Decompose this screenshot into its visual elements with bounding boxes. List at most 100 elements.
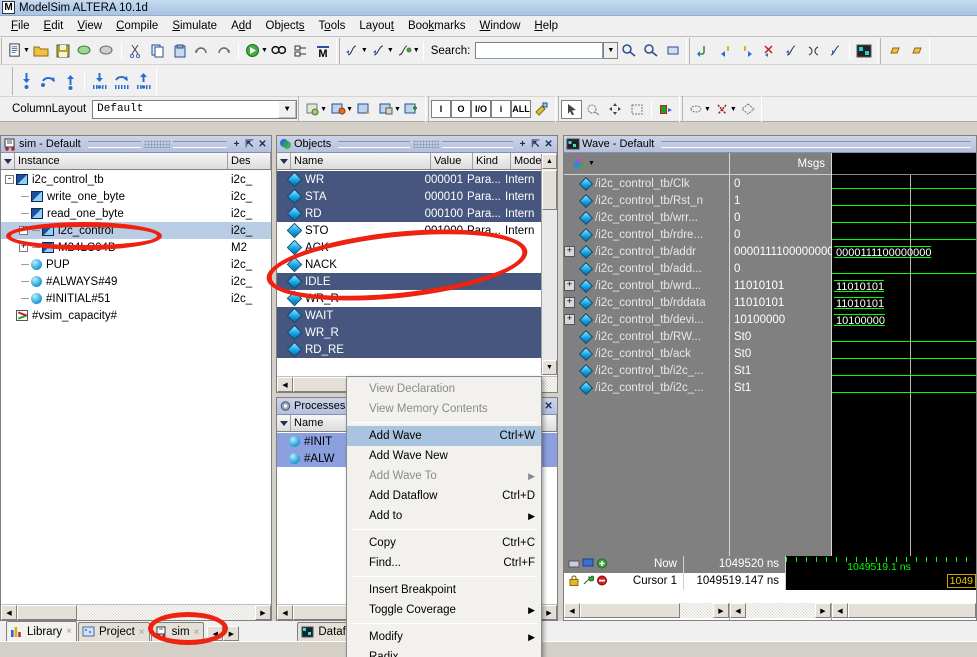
wave-jump-icon[interactable] bbox=[394, 40, 416, 62]
objects-row[interactable]: IDLE bbox=[277, 273, 557, 290]
wave-next-icon[interactable] bbox=[368, 40, 390, 62]
wave-signal-row[interactable]: +/i2c_control_tb/rddata bbox=[564, 294, 729, 311]
coverage2-icon[interactable] bbox=[905, 40, 927, 62]
run-all-icon[interactable] bbox=[758, 40, 780, 62]
sim-pane-dock-icon[interactable]: + bbox=[230, 138, 243, 151]
modelsim-m-icon[interactable]: M bbox=[312, 40, 334, 62]
tab-close-icon[interactable]: × bbox=[139, 627, 145, 638]
sim-instance-tree[interactable]: -i2c_control_tbi2c_─write_one_bytei2c_─r… bbox=[1, 171, 271, 603]
wave-expander-icon[interactable]: + bbox=[564, 280, 575, 291]
step-into-icon[interactable] bbox=[15, 70, 37, 92]
menu-bookmarks[interactable]: Bookmarks bbox=[401, 18, 473, 34]
dataset-browse-icon[interactable] bbox=[353, 98, 375, 120]
menu-view[interactable]: View bbox=[70, 18, 109, 34]
menu-layout[interactable]: Layout bbox=[352, 18, 401, 34]
context-menu-item[interactable]: Radix... bbox=[347, 647, 541, 657]
sim-pane-close-icon[interactable]: ✕ bbox=[256, 138, 269, 151]
step-over-icon[interactable] bbox=[802, 40, 824, 62]
step-out2-icon[interactable] bbox=[59, 70, 81, 92]
simulate-icon[interactable] bbox=[242, 40, 264, 62]
sim-filter-icon[interactable] bbox=[1, 153, 15, 169]
copy-icon[interactable] bbox=[147, 40, 169, 62]
dataset-add-icon[interactable] bbox=[401, 98, 423, 120]
wave-signal-row[interactable]: +/i2c_control_tb/addr bbox=[564, 243, 729, 260]
zoom-mode-icon[interactable] bbox=[582, 98, 604, 120]
objects-pane-close-icon[interactable]: ✕ bbox=[542, 138, 555, 151]
tree-expander-icon[interactable]: + bbox=[19, 243, 28, 252]
column-layout-combo[interactable]: Default ▼ bbox=[92, 100, 297, 119]
dataset-snapshot-icon[interactable] bbox=[301, 98, 323, 120]
run-icon[interactable] bbox=[714, 40, 736, 62]
scroll-down-icon[interactable]: ▼ bbox=[542, 360, 557, 375]
save-icon[interactable] bbox=[52, 40, 74, 62]
wave-expander-icon[interactable]: + bbox=[564, 314, 575, 325]
sim-column-instance[interactable]: Instance bbox=[15, 153, 228, 169]
wave-name-column[interactable]: ▼ /i2c_control_tb/Clk/i2c_control_tb/Rst… bbox=[564, 153, 730, 556]
context-menu-item[interactable]: Find...Ctrl+F bbox=[347, 553, 541, 573]
wave-save-icon[interactable] bbox=[568, 558, 580, 572]
tree-row[interactable]: ─write_one_bytei2c_ bbox=[1, 188, 271, 205]
compile-icon[interactable] bbox=[74, 40, 96, 62]
wave-signal-row[interactable]: /i2c_control_tb/ack bbox=[564, 345, 729, 362]
wave-canvas[interactable]: 0000111100000000110101011101010110100000 bbox=[832, 153, 976, 556]
memory-icon[interactable] bbox=[685, 98, 707, 120]
wave-signal-row[interactable]: +/i2c_control_tb/devi... bbox=[564, 311, 729, 328]
scroll-left-icon[interactable]: ◀ bbox=[832, 603, 848, 618]
delete-cursor-icon[interactable] bbox=[596, 575, 608, 589]
wave-cursor-value[interactable]: 1049519.147 ns bbox=[684, 573, 786, 590]
wave-canvas-hscroll[interactable]: ◀ bbox=[832, 603, 976, 620]
menu-help[interactable]: Help bbox=[527, 18, 565, 34]
search-input[interactable] bbox=[475, 42, 603, 59]
menu-add[interactable]: Add bbox=[224, 18, 258, 34]
scroll-right-icon[interactable]: ▶ bbox=[713, 603, 729, 618]
scroll-thumb[interactable] bbox=[580, 603, 680, 618]
wave-expander-icon[interactable]: + bbox=[564, 246, 575, 257]
context-menu-item[interactable]: Add DataflowCtrl+D bbox=[347, 486, 541, 506]
lock-icon[interactable] bbox=[568, 575, 580, 589]
objects-row[interactable]: STA000010Para...Intern bbox=[277, 188, 557, 205]
wave-add-cursor-icon[interactable] bbox=[596, 558, 608, 572]
sim-pane-undock-icon[interactable]: ⇱ bbox=[243, 138, 256, 151]
objects-column-value[interactable]: Value bbox=[431, 153, 473, 169]
tree-expand-icon[interactable] bbox=[290, 40, 312, 62]
filter-inout-button[interactable]: I/O bbox=[471, 100, 491, 118]
delete-icon[interactable] bbox=[711, 98, 733, 120]
filter-custom-icon[interactable] bbox=[531, 98, 553, 120]
select-cursor-icon[interactable] bbox=[561, 100, 582, 119]
tree-row[interactable]: -i2c_control_tbi2c_ bbox=[1, 171, 271, 188]
filter-all-button[interactable]: ALL bbox=[511, 100, 531, 118]
redo-icon[interactable] bbox=[213, 40, 235, 62]
filter-internal-button[interactable]: i bbox=[491, 100, 511, 118]
objects-row[interactable]: WAIT bbox=[277, 307, 557, 324]
tab-library[interactable]: Library× bbox=[6, 621, 77, 641]
objects-list[interactable]: WR000001Para...InternSTA000010Para...Int… bbox=[277, 171, 557, 375]
menu-tools[interactable]: Tools bbox=[312, 18, 353, 34]
wave-signal-row[interactable]: /i2c_control_tb/RW... bbox=[564, 328, 729, 345]
scroll-right-icon[interactable]: ▶ bbox=[541, 605, 557, 620]
tree-row[interactable]: ─#INITIAL#51i2c_ bbox=[1, 290, 271, 307]
zoom-region-icon[interactable] bbox=[626, 98, 648, 120]
menu-objects[interactable]: Objects bbox=[259, 18, 312, 34]
tree-expander-icon[interactable]: + bbox=[19, 226, 28, 235]
pan-mode-icon[interactable] bbox=[604, 98, 626, 120]
context-menu-item[interactable]: Toggle Coverage▶ bbox=[347, 600, 541, 620]
filter-output-button[interactable]: O bbox=[451, 100, 471, 118]
continue-run-icon[interactable] bbox=[736, 40, 758, 62]
tab-project[interactable]: Project× bbox=[78, 622, 150, 641]
step-over2-icon[interactable] bbox=[37, 70, 59, 92]
wave-annotate-icon[interactable] bbox=[582, 558, 594, 572]
tab-sim[interactable]: sim× bbox=[151, 622, 205, 641]
wave-cursor-label[interactable]: Cursor 1 bbox=[610, 573, 684, 590]
restart-icon[interactable] bbox=[692, 40, 714, 62]
wave-signal-row[interactable]: /i2c_control_tb/i2c_... bbox=[564, 362, 729, 379]
compile-all-icon[interactable] bbox=[96, 40, 118, 62]
filter-input-button[interactable]: I bbox=[431, 100, 451, 118]
wave-signal-row[interactable]: /i2c_control_tb/Rst_n bbox=[564, 192, 729, 209]
wave-expander-icon[interactable]: + bbox=[564, 297, 575, 308]
scroll-right-icon[interactable]: ▶ bbox=[815, 603, 831, 618]
tree-expander-icon[interactable]: - bbox=[5, 175, 14, 184]
tab-scroll-left-icon[interactable]: ◀ bbox=[207, 626, 223, 641]
context-menu-item[interactable]: Add Wave New bbox=[347, 446, 541, 466]
tree-row[interactable]: ─#ALWAYS#49i2c_ bbox=[1, 273, 271, 290]
objects-context-menu[interactable]: View DeclarationView Memory ContentsAdd … bbox=[346, 376, 542, 657]
